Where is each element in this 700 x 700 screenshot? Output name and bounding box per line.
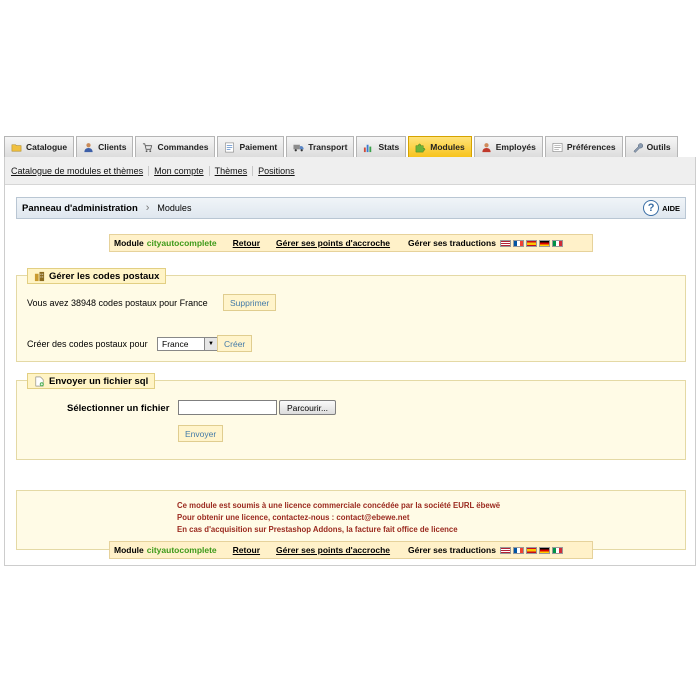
tab-label: Catalogue	[26, 142, 68, 152]
back-link[interactable]: Retour	[233, 238, 260, 248]
subnav-catalogue-modules-themes[interactable]: Catalogue de modules et thèmes	[11, 165, 150, 176]
tab-label: Paiement	[239, 142, 278, 152]
hooks-link[interactable]: Gérer ses points d'accroche	[276, 545, 390, 555]
country-select-value: France	[162, 339, 189, 349]
sql-upload-fieldset: Envoyer un fichier sql Sélectionner un f…	[16, 373, 686, 460]
subnav-positions[interactable]: Positions	[258, 166, 300, 176]
breadcrumb: Panneau d'administration › Modules ? AID…	[16, 197, 686, 219]
tab-commandes[interactable]: Commandes	[135, 136, 216, 157]
licence-line-3: En cas d'acquisition sur Prestashop Addo…	[177, 525, 458, 534]
breadcrumb-current: Modules	[157, 203, 192, 213]
file-path-input[interactable]	[178, 400, 277, 415]
employee-icon	[482, 142, 491, 152]
tab-label: Employés	[495, 142, 536, 152]
create-postal-label: Créer des codes postaux pour	[27, 339, 148, 349]
translations-label: Gérer ses traductions	[408, 238, 496, 248]
flag-en-icon[interactable]	[499, 239, 511, 247]
tab-clients[interactable]: Clients	[76, 136, 134, 157]
postal-codes-fieldset: Gérer les codes postaux Vous avez 38948 …	[16, 268, 686, 362]
send-sql-button[interactable]: Envoyer	[178, 425, 224, 442]
browse-button[interactable]: Parcourir...	[279, 400, 336, 415]
user-icon	[84, 142, 93, 152]
sub-navigation: Catalogue de modules et thèmes Mon compt…	[5, 157, 695, 185]
module-name: cityautocomplete	[146, 238, 217, 248]
postal-codes-legend-text: Gérer les codes postaux	[49, 270, 160, 282]
tab-label: Préférences	[566, 142, 616, 152]
module-toolbar-bottom: Module cityautocomplete Retour Gérer ses…	[109, 541, 593, 559]
translations-label: Gérer ses traductions	[408, 545, 496, 555]
flag-de-icon[interactable]	[538, 239, 550, 247]
flag-es-icon[interactable]	[525, 546, 537, 554]
language-flags	[499, 546, 563, 554]
subnav-themes[interactable]: Thèmes	[215, 165, 254, 176]
flag-it-icon[interactable]	[551, 239, 563, 247]
sql-upload-legend-text: Envoyer un fichier sql	[49, 375, 149, 387]
module-toolbar-top: Module cityautocomplete Retour Gérer ses…	[109, 234, 593, 252]
tab-outils[interactable]: Outils	[624, 136, 678, 157]
tab-label: Outils	[646, 142, 671, 152]
chart-icon	[364, 144, 372, 152]
buildings-icon	[34, 271, 45, 281]
module-prefix: Module	[114, 238, 144, 248]
postal-codes-legend: Gérer les codes postaux	[27, 268, 167, 284]
tab-label: Commandes	[157, 142, 209, 152]
tab-label: Clients	[98, 142, 127, 152]
flag-es-icon[interactable]	[525, 239, 537, 247]
tab-paiement[interactable]: Paiement	[217, 136, 285, 157]
preferences-icon	[552, 142, 563, 152]
sql-upload-legend: Envoyer un fichier sql	[27, 373, 156, 389]
flag-fr-icon[interactable]	[512, 239, 524, 247]
wrench-icon	[633, 142, 643, 153]
folder-icon	[11, 143, 22, 151]
tab-catalogue[interactable]: Catalogue	[4, 136, 75, 157]
cart-icon	[143, 142, 153, 152]
payment-icon	[225, 142, 235, 152]
licence-line-2: Pour obtenir une licence, contactez-nous…	[177, 513, 410, 522]
flag-en-icon[interactable]	[499, 546, 511, 554]
tab-label: Stats	[378, 142, 400, 152]
chevron-down-icon: ▼	[204, 338, 217, 350]
flag-it-icon[interactable]	[551, 546, 563, 554]
tab-transport[interactable]: Transport	[286, 136, 355, 157]
back-link[interactable]: Retour	[233, 545, 260, 555]
help-button[interactable]: ? AIDE	[643, 200, 680, 216]
content-panel: Catalogue de modules et thèmes Mon compt…	[4, 157, 696, 566]
tab-preferences[interactable]: Préférences	[544, 136, 623, 157]
tab-label: Modules	[430, 142, 465, 152]
delete-postal-codes-button[interactable]: Supprimer	[223, 294, 277, 311]
file-upload-icon	[35, 376, 44, 386]
flag-fr-icon[interactable]	[512, 546, 524, 554]
main-tabs: Catalogue Clients Commandes Paiement Tra…	[4, 136, 680, 158]
tab-stats[interactable]: Stats	[356, 136, 407, 157]
puzzle-icon	[415, 143, 426, 152]
subnav-mon-compte[interactable]: Mon compte	[154, 165, 210, 176]
tab-employes[interactable]: Employés	[473, 136, 543, 157]
tab-modules[interactable]: Modules	[408, 136, 472, 157]
select-file-label: Sélectionner un fichier	[67, 403, 170, 414]
language-flags	[499, 239, 563, 247]
help-label: AIDE	[662, 203, 680, 213]
postal-count-text: Vous avez 38948 codes postaux pour Franc…	[27, 298, 208, 308]
truck-icon	[293, 144, 304, 151]
create-postal-codes-button[interactable]: Créer	[217, 335, 253, 352]
hooks-link[interactable]: Gérer ses points d'accroche	[276, 238, 390, 248]
module-prefix: Module	[114, 545, 144, 555]
licence-line-1: Ce module est soumis à une licence comme…	[177, 501, 501, 510]
flag-de-icon[interactable]	[538, 546, 550, 554]
help-icon: ?	[643, 200, 660, 216]
chevron-right-icon: ›	[145, 202, 150, 214]
module-name: cityautocomplete	[146, 545, 217, 555]
country-select[interactable]: France ▼	[157, 337, 218, 351]
tab-label: Transport	[308, 142, 348, 152]
admin-window: Catalogue Clients Commandes Paiement Tra…	[4, 136, 696, 566]
breadcrumb-home[interactable]: Panneau d'administration	[22, 203, 138, 214]
